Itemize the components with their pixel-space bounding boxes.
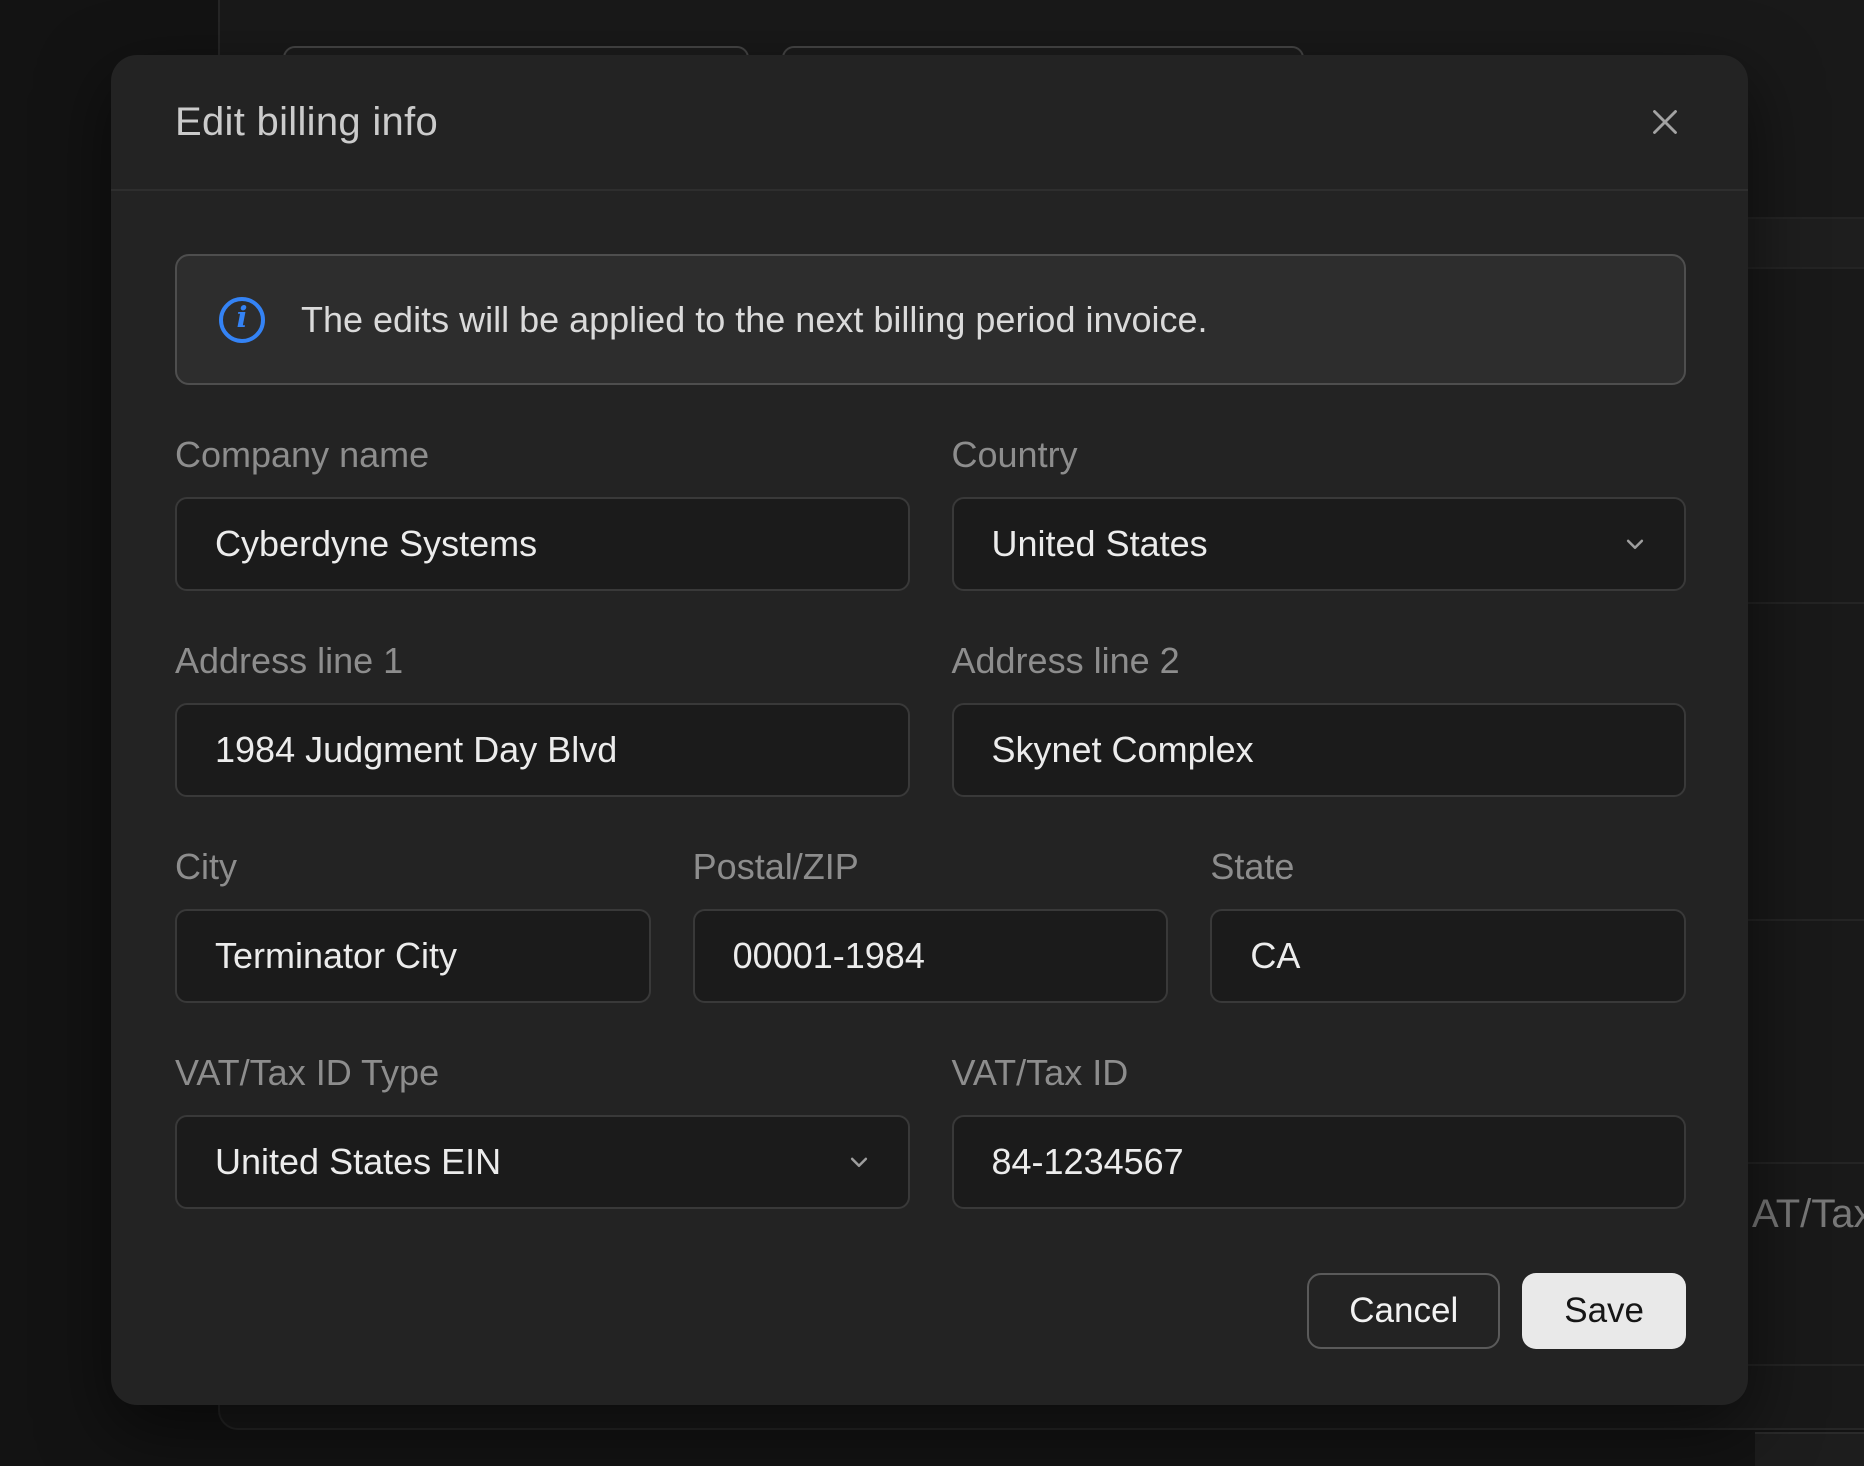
cancel-button[interactable]: Cancel [1307,1273,1500,1349]
dialog-title: Edit billing info [175,100,1634,145]
save-button[interactable]: Save [1522,1273,1686,1349]
vat-tax-id-type-selected-value: United States EIN [215,1141,501,1183]
form-row-3: City Postal/ZIP State [175,845,1686,1003]
field-vat-tax-id: VAT/Tax ID [952,1051,1687,1209]
city-input[interactable] [175,909,651,1003]
info-banner-text: The edits will be applied to the next bi… [301,299,1208,341]
field-company-name: Company name [175,433,910,591]
address-line-2-input[interactable] [952,703,1687,797]
background-partial-text: AT/Tax [1752,1192,1864,1237]
company-name-input[interactable] [175,497,910,591]
form-row-2: Address line 1 Address line 2 [175,639,1686,797]
background-table-band [1755,1432,1864,1466]
field-postal-zip: Postal/ZIP [693,845,1169,1003]
state-label: State [1210,845,1686,889]
field-city: City [175,845,651,1003]
state-input[interactable] [1210,909,1686,1003]
address-line-1-label: Address line 1 [175,639,910,683]
vat-tax-id-input[interactable] [952,1115,1687,1209]
dialog-body: i The edits will be applied to the next … [111,191,1748,1349]
vat-tax-id-type-label: VAT/Tax ID Type [175,1051,910,1095]
form-row-4: VAT/Tax ID Type United States EIN VAT/Ta… [175,1051,1686,1209]
address-line-2-label: Address line 2 [952,639,1687,683]
postal-zip-input[interactable] [693,909,1169,1003]
field-state: State [1210,845,1686,1003]
company-name-label: Company name [175,433,910,477]
close-icon [1647,104,1683,140]
info-banner: i The edits will be applied to the next … [175,254,1686,385]
dialog-footer: Cancel Save [175,1273,1686,1349]
country-select[interactable]: United States [952,497,1687,591]
field-address-line-2: Address line 2 [952,639,1687,797]
vat-tax-id-type-select[interactable]: United States EIN [175,1115,910,1209]
field-address-line-1: Address line 1 [175,639,910,797]
vat-tax-id-label: VAT/Tax ID [952,1051,1687,1095]
postal-zip-label: Postal/ZIP [693,845,1169,889]
form-row-1: Company name Country United States [175,433,1686,591]
dialog-header: Edit billing info [111,55,1748,191]
chevron-down-icon [844,1147,874,1177]
info-circle-icon: i [219,297,265,343]
country-selected-value: United States [992,523,1208,565]
country-label: Country [952,433,1687,477]
address-line-1-input[interactable] [175,703,910,797]
city-label: City [175,845,651,889]
field-country: Country United States [952,433,1687,591]
close-button[interactable] [1634,91,1696,153]
edit-billing-info-dialog: Edit billing info i The edits will be ap… [111,55,1748,1405]
field-vat-tax-id-type: VAT/Tax ID Type United States EIN [175,1051,910,1209]
chevron-down-icon [1620,529,1650,559]
